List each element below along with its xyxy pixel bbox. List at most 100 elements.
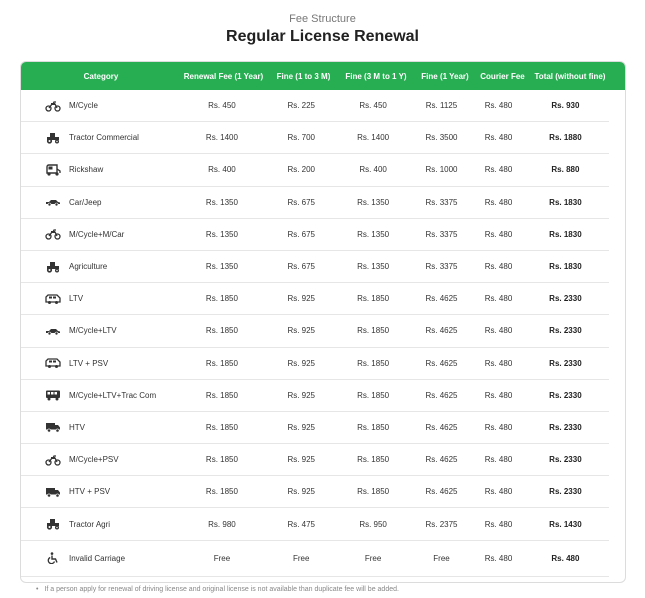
category-cell: LTV xyxy=(21,293,180,305)
motorcycle-icon xyxy=(45,454,61,466)
fine-3m-1y-cell: Rs. 1850 xyxy=(357,422,390,432)
fine-1-3m-cell: Rs. 925 xyxy=(287,294,316,304)
footnote: • If a person apply for renewal of drivin… xyxy=(36,586,399,593)
fine-1-3m-cell: Rs. 675 xyxy=(287,229,316,239)
category-cell: LTV + PSV xyxy=(21,357,180,369)
courier-fee-cell: Rs. 480 xyxy=(484,358,513,368)
category-cell: M/Cycle+LTV xyxy=(21,325,180,337)
category-cell: M/Cycle+M/Car xyxy=(21,228,180,240)
category-label: Invalid Carriage xyxy=(69,553,126,563)
category-label: M/Cycle xyxy=(69,101,98,111)
courier-fee-cell: Rs. 480 xyxy=(484,262,513,272)
van-icon xyxy=(45,293,61,305)
fine-1y-cell: Rs. 2375 xyxy=(425,519,458,529)
courier-fee-cell: Rs. 480 xyxy=(484,390,513,400)
footnote-bullet: • xyxy=(36,586,39,593)
courier-fee-cell: Rs. 480 xyxy=(484,101,513,111)
fine-1y-cell: Rs. 3375 xyxy=(425,229,458,239)
fine-1y-cell: Rs. 1125 xyxy=(425,101,458,111)
car-icon xyxy=(45,325,61,337)
renewal-fee-cell: Rs. 1850 xyxy=(205,358,238,368)
category-label: M/Cycle+M/Car xyxy=(69,229,125,239)
renewal-fee-cell: Rs. 1350 xyxy=(205,229,238,239)
courier-fee-cell: Rs. 480 xyxy=(484,422,513,432)
courier-fee-cell: Rs. 480 xyxy=(484,133,513,143)
car-icon xyxy=(45,196,61,208)
fine-3m-1y-cell: Rs. 450 xyxy=(359,101,387,111)
column-header-fine-1y: Fine (1 Year) xyxy=(421,71,469,81)
renewal-fee-cell: Rs. 980 xyxy=(208,519,236,529)
column-header-fine-3m-1y: Fine (3 M to 1 Y) xyxy=(345,71,407,81)
truck-icon xyxy=(45,486,61,498)
fine-1-3m-cell: Rs. 675 xyxy=(287,197,316,207)
category-label: Rickshaw xyxy=(69,165,104,175)
table-row: Tractor Commercial Rs. 1400 Rs. 700 Rs. 140… xyxy=(21,122,609,155)
fine-1-3m-cell: Rs. 475 xyxy=(287,519,316,529)
total-cell: Rs. 2330 xyxy=(549,422,582,432)
category-cell: HTV + PSV xyxy=(21,486,180,498)
table-row: Car/Jeep Rs. 1350 Rs. 675 Rs. 1350 Rs. 3375 R… xyxy=(21,187,609,219)
category-label: Car/Jeep xyxy=(69,197,102,207)
total-cell: Rs. 2330 xyxy=(549,358,582,368)
van-icon xyxy=(45,357,61,369)
fine-1y-cell: Rs. 3500 xyxy=(425,133,458,143)
table-row: HTV + PSV Rs. 1850 Rs. 925 Rs. 1850 Rs. 4625… xyxy=(21,476,609,509)
fine-1y-cell: Rs. 4625 xyxy=(425,326,458,336)
courier-fee-cell: Rs. 480 xyxy=(484,553,513,563)
category-cell: Tractor Agri xyxy=(21,518,180,530)
category-label: M/Cycle+LTV xyxy=(69,326,117,336)
fine-1y-cell: Rs. 1000 xyxy=(425,165,458,175)
fine-1-3m-cell: Rs. 200 xyxy=(287,165,316,175)
category-label: HTV + PSV xyxy=(69,487,111,497)
category-cell: M/Cycle+LTV+Trac Com xyxy=(21,389,180,401)
category-label: M/Cycle+PSV xyxy=(69,455,119,465)
table-row: Rickshaw Rs. 400 Rs. 200 Rs. 400 Rs. 1000 Rs.… xyxy=(21,154,609,187)
courier-fee-cell: Rs. 480 xyxy=(484,197,513,207)
table-row: M/Cycle+LTV+Trac Com Rs. 1850 Rs. 925 Rs. 1… xyxy=(21,380,609,412)
fine-1y-cell: Rs. 4625 xyxy=(425,455,458,465)
category-cell: Rickshaw xyxy=(21,164,180,176)
category-cell: Invalid Carriage xyxy=(21,552,180,565)
footnote-text: If a person apply for renewal of driving… xyxy=(44,586,399,593)
tractor-icon xyxy=(45,132,61,144)
tractor-icon xyxy=(45,261,61,273)
fine-3m-1y-cell: Rs. 1850 xyxy=(357,326,390,336)
renewal-fee-cell: Rs. 450 xyxy=(208,101,236,111)
total-cell: Rs. 930 xyxy=(551,101,580,111)
total-cell: Rs. 2330 xyxy=(549,294,582,304)
category-cell: Car/Jeep xyxy=(21,196,180,208)
renewal-fee-cell: Free xyxy=(213,553,231,563)
renewal-fee-cell: Rs. 1850 xyxy=(205,455,238,465)
table-row: LTV Rs. 1850 Rs. 925 Rs. 1850 Rs. 4625 Rs. 48… xyxy=(21,283,609,316)
column-header-fine-1-3m: Fine (1 to 3 M) xyxy=(276,71,331,81)
table-row: HTV Rs. 1850 Rs. 925 Rs. 1850 Rs. 4625 Rs. 48… xyxy=(21,412,609,445)
category-label: M/Cycle+LTV+Trac Com xyxy=(69,390,157,400)
total-cell: Rs. 1830 xyxy=(549,229,582,239)
fine-3m-1y-cell: Rs. 1850 xyxy=(357,390,390,400)
total-cell: Rs. 480 xyxy=(551,553,580,563)
category-label: LTV xyxy=(69,294,84,304)
fine-1-3m-cell: Free xyxy=(293,553,310,563)
fine-3m-1y-cell: Free xyxy=(364,553,382,563)
table-row: M/Cycle+PSV Rs. 1850 Rs. 925 Rs. 1850 Rs. 46… xyxy=(21,444,609,477)
renewal-fee-cell: Rs. 1850 xyxy=(205,326,238,336)
total-cell: Rs. 2330 xyxy=(549,326,582,336)
column-header-total: Total (without fine) xyxy=(534,71,606,81)
fine-1-3m-cell: Rs. 925 xyxy=(287,390,316,400)
fine-3m-1y-cell: Rs. 950 xyxy=(359,519,387,529)
fine-1y-cell: Rs. 3375 xyxy=(425,197,458,207)
category-label: Agriculture xyxy=(69,262,108,272)
renewal-fee-cell: Rs. 1850 xyxy=(205,422,238,432)
renewal-fee-cell: Rs. 1350 xyxy=(205,197,238,207)
fine-3m-1y-cell: Rs. 400 xyxy=(359,165,387,175)
courier-fee-cell: Rs. 480 xyxy=(484,455,513,465)
table-row: Invalid Carriage Free Free Free Free Rs. 480 R… xyxy=(21,541,609,577)
fee-table: Category Renewal Fee (1 Year) Fine (1 to… xyxy=(20,61,626,583)
category-label: Tractor Agri xyxy=(69,519,111,529)
fine-1-3m-cell: Rs. 925 xyxy=(287,326,316,336)
rickshaw-icon xyxy=(45,164,61,176)
total-cell: Rs. 1830 xyxy=(549,262,582,272)
courier-fee-cell: Rs. 480 xyxy=(484,519,513,529)
fine-3m-1y-cell: Rs. 1850 xyxy=(357,294,390,304)
total-cell: Rs. 2330 xyxy=(549,455,582,465)
